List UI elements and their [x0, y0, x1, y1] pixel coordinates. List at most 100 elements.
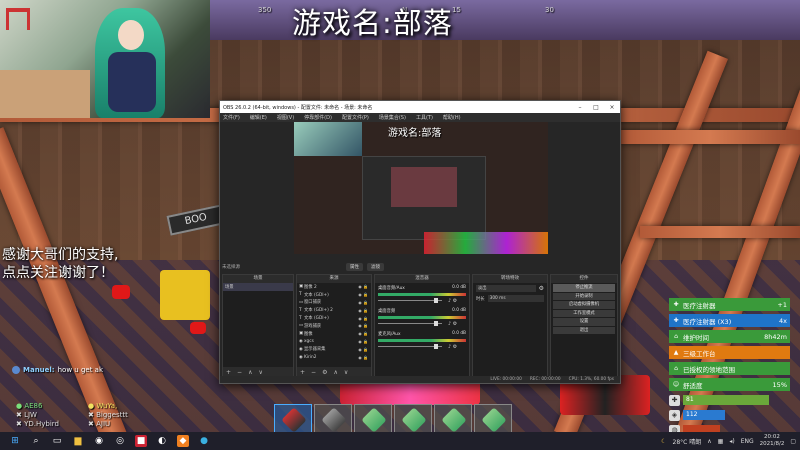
source-item[interactable]: T 文本 (GDI+) ◉ 🔒: [297, 314, 371, 322]
rec-status: REC: 00:00:00: [529, 377, 561, 382]
preview-webcam: [294, 122, 362, 156]
wooden-beam: [620, 130, 800, 144]
slider-knob[interactable]: [434, 298, 438, 303]
source-item[interactable]: ▭ 窗口捕获 ◉ 🔒: [297, 299, 371, 307]
preview-nested-capture: [362, 156, 486, 240]
obs-titlebar[interactable]: OBS 26.0.2 (64-bit, windows) - 配置文件: 未命名…: [220, 101, 620, 113]
edge-icon[interactable]: ●: [198, 435, 210, 447]
duration-input[interactable]: 300 ms: [487, 295, 544, 302]
source-item[interactable]: ▣ 图像 2 ◉ 🔒: [297, 283, 371, 291]
menu-item[interactable]: 场景集合(S): [379, 114, 406, 121]
hotbar-slot[interactable]: [394, 404, 432, 434]
source-item[interactable]: ▭ 游戏捕获 ◉ 🔒: [297, 322, 371, 330]
source-item[interactable]: ◉ 显示器采集 ◉ 🔒: [297, 345, 371, 353]
hotbar-slot[interactable]: [354, 404, 392, 434]
hotbar-slot[interactable]: [274, 404, 312, 434]
sources-list: ▣ 图像 2 ◉ 🔒 T 文本 (GDI+) ◉ 🔒 ▭ 窗口捕获 ◉ 🔒 T 文本 (GDI+) …: [297, 283, 371, 361]
volume-slider[interactable]: ♪ ⚙: [378, 298, 466, 304]
weather-text[interactable]: 28°C 晴朗: [673, 437, 702, 446]
control-button[interactable]: 退出: [553, 326, 615, 334]
language-indicator[interactable]: ENG: [741, 438, 754, 445]
source-item[interactable]: ◉ Kirin2 ◉ 🔒: [297, 353, 371, 361]
slider-track: [378, 300, 442, 301]
hotbar-slot[interactable]: [474, 404, 512, 434]
visibility-icon[interactable]: ◉ 🔒: [358, 331, 368, 336]
notification-icon: ✚: [673, 300, 679, 308]
viewer-label: AE86: [24, 402, 43, 410]
transition-select[interactable]: 淡出: [476, 285, 536, 292]
menu-item[interactable]: 配置文件(P): [342, 114, 369, 121]
add-icon[interactable]: +: [300, 369, 305, 376]
up-icon[interactable]: ∧: [333, 369, 337, 376]
source-item[interactable]: T 文本 (GDI+) 2 ◉ 🔒: [297, 306, 371, 314]
menu-item[interactable]: 视图(V): [277, 114, 294, 121]
remove-icon[interactable]: −: [311, 369, 316, 376]
source-item[interactable]: T 文本 (GDI+) ◉ 🔒: [297, 291, 371, 299]
rust-game-icon[interactable]: ■: [135, 435, 147, 447]
slider-knob[interactable]: [434, 321, 438, 326]
task-view-icon[interactable]: ▭: [51, 435, 63, 447]
visibility-icon[interactable]: ◉ 🔒: [358, 355, 368, 360]
source-name: 图像: [304, 331, 313, 337]
down-icon[interactable]: ∨: [258, 369, 262, 376]
control-button[interactable]: 启动虚拟摄像机: [553, 301, 615, 309]
minimize-icon[interactable]: –: [572, 104, 588, 111]
menu-item[interactable]: 停靠部件(D): [304, 114, 332, 121]
slider-knob[interactable]: [434, 344, 438, 349]
gear-icon[interactable]: ⚙: [539, 285, 544, 292]
remove-icon[interactable]: −: [237, 369, 242, 376]
filters-button[interactable]: 滤镜: [367, 263, 384, 271]
visibility-icon[interactable]: ◉ 🔒: [358, 300, 368, 305]
slider-track: [378, 323, 442, 324]
transitions-dock: 转场特效 淡出 ⚙ 时长 300 ms: [472, 274, 548, 378]
menu-item[interactable]: 文件(F): [223, 114, 240, 121]
obs-window[interactable]: OBS 26.0.2 (64-bit, windows) - 配置文件: 未命名…: [219, 100, 621, 384]
scene-item[interactable]: 场景: [223, 283, 293, 291]
hotbar-slot[interactable]: [434, 404, 472, 434]
visibility-icon[interactable]: ◉ 🔒: [358, 284, 368, 289]
mute-speaker-icon[interactable]: ♪ ⚙: [448, 344, 457, 350]
volume-icon[interactable]: ◂): [729, 438, 734, 445]
control-button[interactable]: 开始录制: [553, 292, 615, 300]
control-button[interactable]: 停止推流: [553, 284, 615, 292]
up-icon[interactable]: ∧: [248, 369, 252, 376]
visibility-icon[interactable]: ◉ 🔒: [358, 316, 368, 321]
network-icon[interactable]: ▦: [718, 438, 724, 445]
steam-icon[interactable]: ◉: [93, 435, 105, 447]
mute-speaker-icon[interactable]: ♪ ⚙: [448, 298, 457, 304]
properties-button[interactable]: 属性: [346, 263, 363, 271]
visibility-icon[interactable]: ◉ 🔒: [358, 339, 368, 344]
menu-item[interactable]: 编辑(E): [250, 114, 267, 121]
add-icon[interactable]: +: [226, 369, 231, 376]
source-item[interactable]: ▣ 图像 ◉ 🔒: [297, 330, 371, 338]
file-explorer-icon[interactable]: ▆: [72, 435, 84, 447]
app-icon[interactable]: ◐: [156, 435, 168, 447]
close-icon[interactable]: ×: [604, 104, 620, 111]
obs-preview[interactable]: 游戏名:部落: [294, 122, 548, 254]
visibility-icon[interactable]: ◉ 🔒: [358, 308, 368, 313]
hotbar-slot[interactable]: [314, 404, 352, 434]
mute-speaker-icon[interactable]: ♪ ⚙: [448, 321, 457, 327]
visibility-icon[interactable]: ◉ 🔒: [358, 292, 368, 297]
app-icon[interactable]: ◆: [177, 435, 189, 447]
windows-start-icon[interactable]: ⊞: [9, 435, 21, 447]
maximize-icon[interactable]: □: [588, 104, 604, 111]
obs-icon[interactable]: ◎: [114, 435, 126, 447]
search-icon[interactable]: ⌕: [30, 435, 42, 447]
gear-icon[interactable]: ⚙: [322, 369, 327, 376]
compass-marker: 15: [452, 6, 461, 14]
down-icon[interactable]: ∨: [344, 369, 348, 376]
menu-item[interactable]: 工具(T): [416, 114, 433, 121]
visibility-icon[interactable]: ◉ 🔒: [358, 347, 368, 352]
control-button[interactable]: 工作室模式: [553, 309, 615, 317]
thanks-line: 点点关注谢谢了！: [2, 265, 114, 281]
tray-chevron-icon[interactable]: ∧: [707, 438, 711, 445]
source-item[interactable]: ◉ xgcs ◉ 🔒: [297, 338, 371, 346]
notification-icon[interactable]: ▢: [790, 438, 796, 445]
control-button[interactable]: 设置: [553, 318, 615, 326]
visibility-icon[interactable]: ◉ 🔒: [358, 323, 368, 328]
volume-slider[interactable]: ♪ ⚙: [378, 321, 466, 327]
volume-slider[interactable]: ♪ ⚙: [378, 344, 466, 350]
clock[interactable]: 20:02 2021/8/2: [760, 434, 785, 448]
menu-item[interactable]: 帮助(H): [443, 114, 461, 121]
